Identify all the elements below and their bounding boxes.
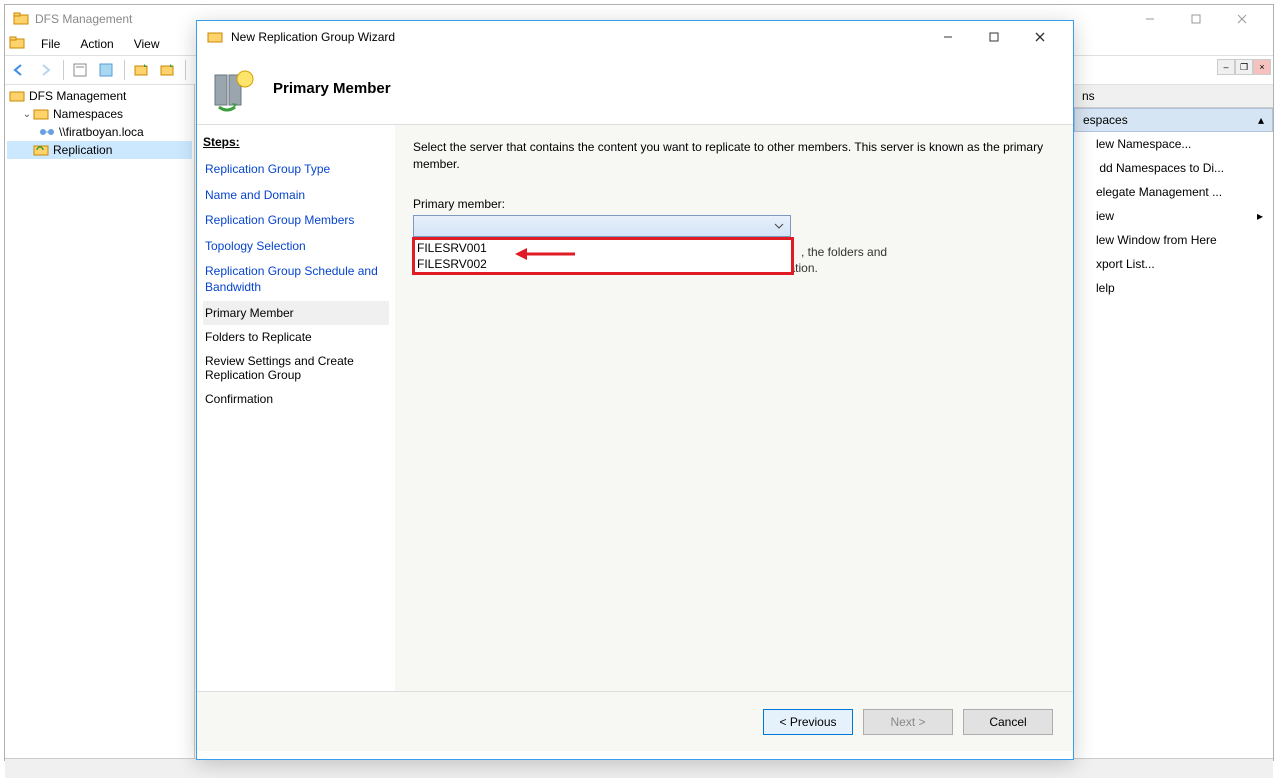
namespaces-icon: [33, 106, 49, 122]
wizard-page-title: Primary Member: [273, 80, 391, 97]
step-schedule[interactable]: Replication Group Schedule and Bandwidth: [203, 259, 389, 300]
tree-namespace-item-label: \\firatboyan.loca: [59, 125, 144, 139]
step-folders: Folders to Replicate: [203, 325, 389, 349]
action-add-namespaces[interactable]: dd Namespaces to Di...: [1074, 156, 1273, 180]
refresh-button[interactable]: [129, 58, 153, 82]
chevron-down-icon[interactable]: ⌄: [21, 109, 33, 120]
menu-icon: [9, 35, 25, 54]
actions-section-label: espaces: [1083, 113, 1128, 127]
wizard-maximize-button[interactable]: [971, 23, 1017, 51]
tree-namespace-item[interactable]: \\firatboyan.loca: [7, 123, 192, 141]
tree-replication[interactable]: Replication: [7, 141, 192, 159]
new-button[interactable]: [155, 58, 179, 82]
dfs-icon: [9, 88, 25, 104]
wizard-header: Primary Member: [197, 53, 1073, 125]
primary-member-label: Primary member:: [413, 197, 1055, 211]
step-name-domain[interactable]: Name and Domain: [203, 183, 389, 209]
action-new-namespace[interactable]: lew Namespace...: [1074, 132, 1273, 156]
step-replication-group-type[interactable]: Replication Group Type: [203, 157, 389, 183]
step-confirmation: Confirmation: [203, 387, 389, 411]
tree-replication-label: Replication: [53, 143, 112, 157]
properties-button[interactable]: [68, 58, 92, 82]
mdi-restore-button[interactable]: ❐: [1235, 59, 1253, 75]
wizard-icon: [207, 29, 223, 45]
spacer: [21, 145, 33, 156]
action-export-list[interactable]: xport List...: [1074, 252, 1273, 276]
wizard-buttons: < Previous Next > Cancel: [197, 691, 1073, 751]
tree-root-label: DFS Management: [29, 89, 126, 103]
step-review: Review Settings and Create Replication G…: [203, 349, 389, 387]
menu-file[interactable]: File: [31, 35, 70, 53]
forward-button[interactable]: [33, 58, 57, 82]
action-view[interactable]: iew▸: [1074, 204, 1273, 228]
namespace-item-icon: [39, 124, 55, 140]
tree-root[interactable]: DFS Management: [7, 87, 192, 105]
wizard-content: Select the server that contains the cont…: [395, 125, 1073, 691]
submenu-arrow-icon: ▸: [1257, 209, 1263, 223]
wizard-dialog: New Replication Group Wizard Primary Mem…: [196, 20, 1074, 760]
dropdown-option-filesrv002[interactable]: FILESRV002: [415, 256, 791, 272]
step-primary-member[interactable]: Primary Member: [203, 301, 389, 325]
maximize-button[interactable]: [1173, 5, 1219, 33]
minimize-button[interactable]: [1127, 5, 1173, 33]
options-button[interactable]: [94, 58, 118, 82]
back-button[interactable]: [7, 58, 31, 82]
wizard-titlebar: New Replication Group Wizard: [197, 21, 1073, 53]
primary-member-dropdown[interactable]: FILESRV001 FILESRV002: [413, 215, 791, 237]
action-help[interactable]: lelp: [1074, 276, 1273, 300]
next-button: Next >: [863, 709, 953, 735]
steps-heading: Steps:: [203, 135, 389, 149]
step-topology[interactable]: Topology Selection: [203, 234, 389, 260]
dropdown-list: FILESRV001 FILESRV002: [412, 237, 794, 275]
menu-action[interactable]: Action: [70, 35, 123, 53]
action-new-window[interactable]: lew Window from Here: [1074, 228, 1273, 252]
cancel-button[interactable]: Cancel: [963, 709, 1053, 735]
mdi-close-button[interactable]: ×: [1253, 59, 1271, 75]
actions-section[interactable]: espaces ▴: [1074, 108, 1273, 132]
hint-text-fragment1: , the folders and: [801, 245, 887, 259]
annotation-arrow-icon: [515, 246, 575, 265]
tree-pane: DFS Management ⌄ Namespaces \\firatboyan…: [5, 85, 195, 758]
wizard-description: Select the server that contains the cont…: [413, 139, 1055, 173]
wizard-page-icon: [209, 65, 257, 113]
wizard-title: New Replication Group Wizard: [231, 30, 925, 44]
action-delegate[interactable]: elegate Management ...: [1074, 180, 1273, 204]
collapse-icon[interactable]: ▴: [1258, 113, 1264, 127]
tree-namespaces[interactable]: ⌄ Namespaces: [7, 105, 192, 123]
actions-pane: ns espaces ▴ lew Namespace... dd Namespa…: [1073, 85, 1273, 758]
previous-button[interactable]: < Previous: [763, 709, 853, 735]
replication-icon: [33, 142, 49, 158]
wizard-close-button[interactable]: [1017, 23, 1063, 51]
close-button[interactable]: [1219, 5, 1265, 33]
dropdown-option-filesrv001[interactable]: FILESRV001: [415, 240, 791, 256]
chevron-down-icon: [774, 220, 784, 234]
mdi-minimize-button[interactable]: –: [1217, 59, 1235, 75]
steps-pane: Steps: Replication Group Type Name and D…: [197, 125, 395, 691]
menu-view[interactable]: View: [124, 35, 170, 53]
app-icon: [13, 11, 29, 27]
wizard-minimize-button[interactable]: [925, 23, 971, 51]
tree-namespaces-label: Namespaces: [53, 107, 123, 121]
actions-header: ns: [1074, 85, 1273, 108]
statusbar: [5, 758, 1273, 778]
step-members[interactable]: Replication Group Members: [203, 208, 389, 234]
